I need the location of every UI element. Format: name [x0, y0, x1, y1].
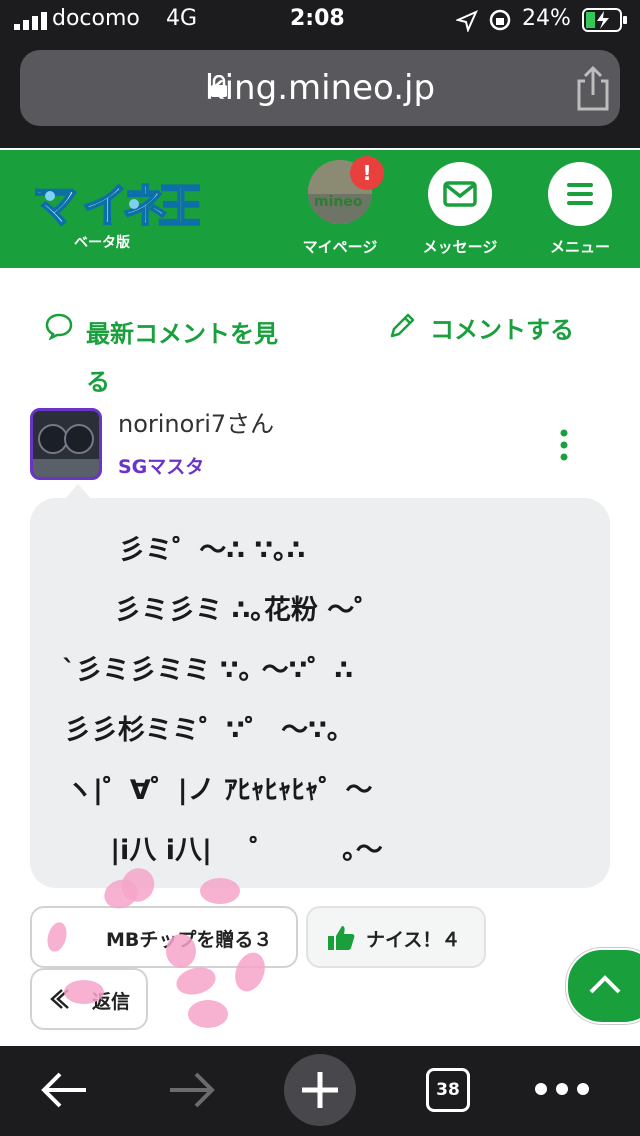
- battery-icon: [582, 8, 627, 32]
- comment-link[interactable]: コメントする: [430, 310, 574, 345]
- latest-comments-link[interactable]: 最新コメントを見る: [86, 310, 286, 406]
- share-icon[interactable]: [573, 65, 613, 111]
- carrier-label: docomo: [52, 6, 140, 31]
- hamburger-icon: [567, 183, 593, 205]
- petal: [188, 1000, 228, 1028]
- post-line: ヽ|゜∀゜|ノ ｱﾋｬﾋｬﾋｬ゜〜: [66, 775, 373, 806]
- nice-label: ナイス！４: [366, 929, 461, 951]
- url-text: king.mineo.jp: [204, 68, 436, 108]
- mineo-king-logo[interactable]: マ イ ネ 王: [30, 174, 200, 234]
- svg-text:mineo: mineo: [314, 194, 363, 210]
- speech-bubble-icon: [45, 313, 73, 340]
- beta-label: ベータ版: [74, 235, 130, 251]
- site-header: マ イ ネ 王 ベータ版 mineo ! マイページ メッセージ メニュー: [0, 150, 640, 268]
- post-author-name[interactable]: norinori7さん: [118, 404, 274, 434]
- message-button[interactable]: [428, 162, 492, 226]
- post-body: 彡ミ゜〜∴ ∵｡∴ 彡ミ彡ミ ∴｡花粉 〜゜ `彡ミ彡ミミ ∵｡ 〜∵゜∴ 彡彡…: [30, 498, 610, 888]
- menu-button[interactable]: [548, 162, 612, 226]
- new-tab-icon[interactable]: [284, 1054, 356, 1126]
- car-dashboard-photo: [33, 411, 99, 477]
- more-options-icon[interactable]: [552, 428, 576, 462]
- nice-button[interactable]: ナイス！４: [306, 906, 486, 968]
- petal: [166, 934, 196, 968]
- petal: [173, 963, 219, 999]
- chevron-up-icon: [589, 975, 621, 994]
- post-author-avatar[interactable]: [30, 408, 102, 480]
- mypage-label: マイページ: [302, 238, 378, 256]
- network-label: 4G: [166, 6, 198, 31]
- petal: [64, 980, 104, 1004]
- svg-text:マ: マ: [32, 179, 78, 233]
- post-line: 彡ミ彡ミ ∴｡花粉 〜゜: [86, 595, 382, 626]
- message-label: メッセージ: [422, 238, 498, 256]
- post-line: 彡彡杉ミミ゜∵゜ 〜∵｡: [64, 715, 341, 746]
- scroll-to-top-button[interactable]: [566, 948, 640, 1024]
- back-arrow-icon[interactable]: [38, 1070, 90, 1110]
- thumbs-up-icon: [328, 926, 355, 950]
- browser-toolbar: 38: [0, 1046, 640, 1136]
- author-rank: SGマスタ: [118, 456, 205, 478]
- post-line: `彡ミ彡ミミ ∵｡ 〜∵゜∴: [62, 655, 354, 686]
- menu-label: メニュー: [549, 238, 610, 256]
- browser-top-chrome: docomo 4G 2:08 24% king.mineo.jp: [0, 0, 640, 148]
- rotation-lock-icon: [489, 9, 511, 31]
- petal: [200, 878, 240, 904]
- post-line: 彡ミ゜〜∴ ∵｡∴: [90, 535, 306, 566]
- signal-icon: [14, 12, 47, 30]
- envelope-icon: [443, 181, 477, 207]
- more-menu-icon[interactable]: [534, 1082, 590, 1096]
- notification-badge: !: [350, 156, 384, 190]
- clock: 2:08: [290, 6, 345, 31]
- tab-count-button[interactable]: 38: [426, 1068, 470, 1112]
- address-bar[interactable]: king.mineo.jp: [20, 50, 620, 126]
- post-line: |i八 i八| ゜ ｡〜: [82, 835, 383, 866]
- battery-percent: 24%: [522, 6, 571, 31]
- forward-arrow-icon[interactable]: [166, 1070, 218, 1110]
- svg-text:王: 王: [158, 179, 200, 233]
- pencil-icon: [390, 313, 415, 338]
- location-arrow-icon: [456, 10, 478, 32]
